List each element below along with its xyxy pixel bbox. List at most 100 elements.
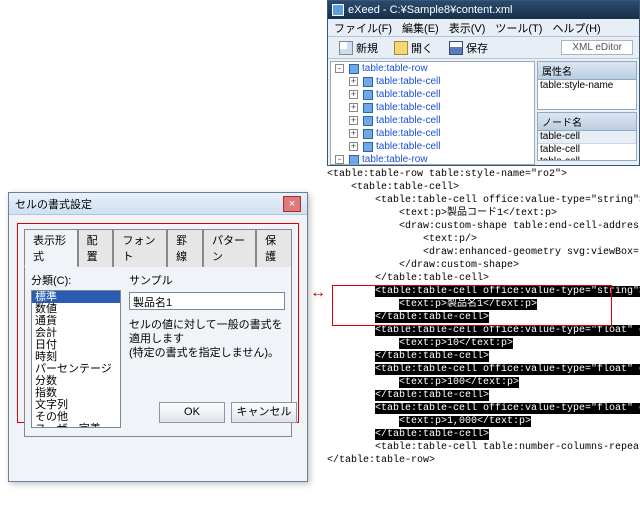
tree-row[interactable]: + table:table-cell xyxy=(331,140,534,153)
code-line[interactable]: <draw:enhanced-geometry svg:viewBox="0 0… xyxy=(327,246,640,259)
window-title: eXeed - C:¥Sample8¥content.xml xyxy=(348,4,512,16)
cancel-button[interactable]: キャンセル xyxy=(231,402,297,423)
code-view[interactable]: <table:table-row table:style-name="ro2">… xyxy=(327,168,640,467)
toolbar: 新規 開く 保存 XML eDitor xyxy=(328,37,639,59)
element-icon xyxy=(363,116,373,126)
close-icon[interactable]: × xyxy=(283,196,301,212)
dialog-title-bar[interactable]: セルの書式設定 × xyxy=(9,193,307,215)
app-icon xyxy=(332,4,344,16)
code-line[interactable]: <text:p>100</text:p> xyxy=(327,376,640,389)
tree-row[interactable]: +table:table-cell xyxy=(331,75,534,88)
node-item[interactable]: table-cell xyxy=(538,131,636,144)
code-line[interactable]: <table:table-cell office:value-type="str… xyxy=(327,285,640,298)
new-button[interactable]: 新規 xyxy=(334,38,383,58)
expander-icon[interactable]: + xyxy=(349,129,358,138)
code-line[interactable]: <table:table-cell table:number-columns-r… xyxy=(327,441,640,454)
tree-label: table:table-cell xyxy=(376,89,440,100)
tree-row[interactable]: + table:table-cell xyxy=(331,88,534,101)
code-line[interactable]: </draw:custom-shape> xyxy=(327,259,640,272)
code-line[interactable]: <draw:custom-shape table:end-cell-addres… xyxy=(327,220,640,233)
tab-font[interactable]: フォント xyxy=(113,229,167,267)
save-icon xyxy=(449,41,463,55)
category-item[interactable]: 分数 xyxy=(32,375,120,387)
sample-label: サンプル xyxy=(129,272,179,288)
element-icon xyxy=(363,129,373,139)
code-line[interactable]: <table:table-cell office:value-type="flo… xyxy=(327,324,640,337)
ok-button[interactable]: OK xyxy=(159,402,225,423)
element-icon xyxy=(349,155,359,165)
code-line[interactable]: <text:p>製品名1</text:p> xyxy=(327,298,640,311)
open-button[interactable]: 開く xyxy=(389,38,438,58)
code-line[interactable]: <table:table-cell> xyxy=(327,181,640,194)
expander-icon[interactable]: - xyxy=(335,155,344,164)
expander-icon[interactable]: + xyxy=(349,90,358,99)
category-list[interactable]: 標準数値通貨会計日付時刻パーセンテージ分数指数文字列その他ユーザー定義 xyxy=(31,290,121,428)
arrow-icon: ↔ xyxy=(310,284,326,302)
code-line[interactable]: <table:table-cell office:value-type="flo… xyxy=(327,402,640,415)
attr-value[interactable]: table:style-name xyxy=(538,80,636,92)
category-item[interactable]: その他 xyxy=(32,411,120,423)
category-item[interactable]: 数値 xyxy=(32,303,120,315)
tree-row[interactable]: +table:table-cell xyxy=(331,114,534,127)
classify-label: 分類(C): xyxy=(31,272,121,288)
tree-row[interactable]: + table:table-cell xyxy=(331,127,534,140)
category-item[interactable]: 文字列 xyxy=(32,399,120,411)
expander-icon[interactable]: - xyxy=(335,64,344,73)
expander-icon[interactable]: + xyxy=(349,103,358,112)
tree-row[interactable]: +table:table-cell xyxy=(331,101,534,114)
exeed-title-bar[interactable]: eXeed - C:¥Sample8¥content.xml xyxy=(328,1,639,19)
code-line[interactable]: <text:p>1,000</text:p> xyxy=(327,415,640,428)
code-line[interactable]: </table:table-cell> xyxy=(327,272,640,285)
category-item[interactable]: 会計 xyxy=(32,327,120,339)
category-item[interactable]: 標準 xyxy=(32,291,120,303)
tree-label: table:table-cell xyxy=(376,128,440,139)
node-item[interactable]: table-cell xyxy=(538,156,636,161)
menu-file[interactable]: ファイル(F) xyxy=(334,20,392,36)
code-line[interactable]: <text:p>10</text:p> xyxy=(327,337,640,350)
node-panel: ノード名 table-celltable-celltable-cell xyxy=(537,112,637,161)
code-line[interactable]: <text:p/> xyxy=(327,233,640,246)
category-item[interactable]: ユーザー定義 xyxy=(32,423,120,428)
menu-view[interactable]: 表示(V) xyxy=(449,20,486,36)
category-item[interactable]: 日付 xyxy=(32,339,120,351)
expander-icon[interactable]: + xyxy=(349,77,358,86)
category-item[interactable]: 通貨 xyxy=(32,315,120,327)
node-item[interactable]: table-cell xyxy=(538,144,636,156)
tree-pane[interactable]: - table:table-row + table:table-cell + table:… xyxy=(330,61,535,165)
code-line[interactable]: <text:p>製品コード1</text:p> xyxy=(327,207,640,220)
save-button[interactable]: 保存 xyxy=(444,38,493,58)
menu-tool[interactable]: ツール(T) xyxy=(495,20,542,36)
code-line[interactable]: </table:table-cell> xyxy=(327,389,640,402)
category-item[interactable]: 指数 xyxy=(32,387,120,399)
tab-alignment[interactable]: 配置 xyxy=(78,229,114,267)
menubar: ファイル(F) 編集(E) 表示(V) ツール(T) ヘルプ(H) xyxy=(328,19,639,37)
tab-border[interactable]: 罫線 xyxy=(167,229,203,267)
menu-edit[interactable]: 編集(E) xyxy=(402,20,439,36)
cell-format-dialog: セルの書式設定 × 表示形式 配置 フォント 罫線 パターン 保護 分類(C):… xyxy=(8,192,308,482)
tab-pattern[interactable]: パターン xyxy=(203,229,256,267)
category-item[interactable]: パーセンテージ xyxy=(32,363,120,375)
tree-label: table:table-row xyxy=(362,63,428,74)
category-item[interactable]: 時刻 xyxy=(32,351,120,363)
code-line[interactable]: <table:table-cell office:value-type="str… xyxy=(327,194,640,207)
code-line[interactable]: </table:table-cell> xyxy=(327,428,640,441)
highlight-box-dialog: 表示形式 配置 フォント 罫線 パターン 保護 分類(C): 標準数値通貨会計日… xyxy=(17,223,299,423)
tree-label: table:table-row xyxy=(362,154,428,165)
tree-label: table:table-cell xyxy=(376,141,440,152)
element-icon xyxy=(363,90,373,100)
expander-icon[interactable]: + xyxy=(349,116,358,125)
expander-icon[interactable]: + xyxy=(349,142,358,151)
tree-row[interactable]: - table:table-row xyxy=(331,153,534,165)
code-line[interactable]: </table:table-row> xyxy=(327,454,640,467)
code-line[interactable]: </table:table-cell> xyxy=(327,311,640,324)
code-line[interactable]: </table:table-cell> xyxy=(327,350,640,363)
element-icon xyxy=(363,103,373,113)
code-line[interactable]: <table:table-cell office:value-type="flo… xyxy=(327,363,640,376)
element-icon xyxy=(363,142,373,152)
code-line[interactable]: <table:table-row table:style-name="ro2"> xyxy=(327,168,640,181)
new-icon xyxy=(339,41,353,55)
tab-protect[interactable]: 保護 xyxy=(256,229,292,267)
tree-row[interactable]: - table:table-row xyxy=(331,62,534,75)
tab-display-format[interactable]: 表示形式 xyxy=(24,229,78,267)
menu-help[interactable]: ヘルプ(H) xyxy=(552,20,600,36)
